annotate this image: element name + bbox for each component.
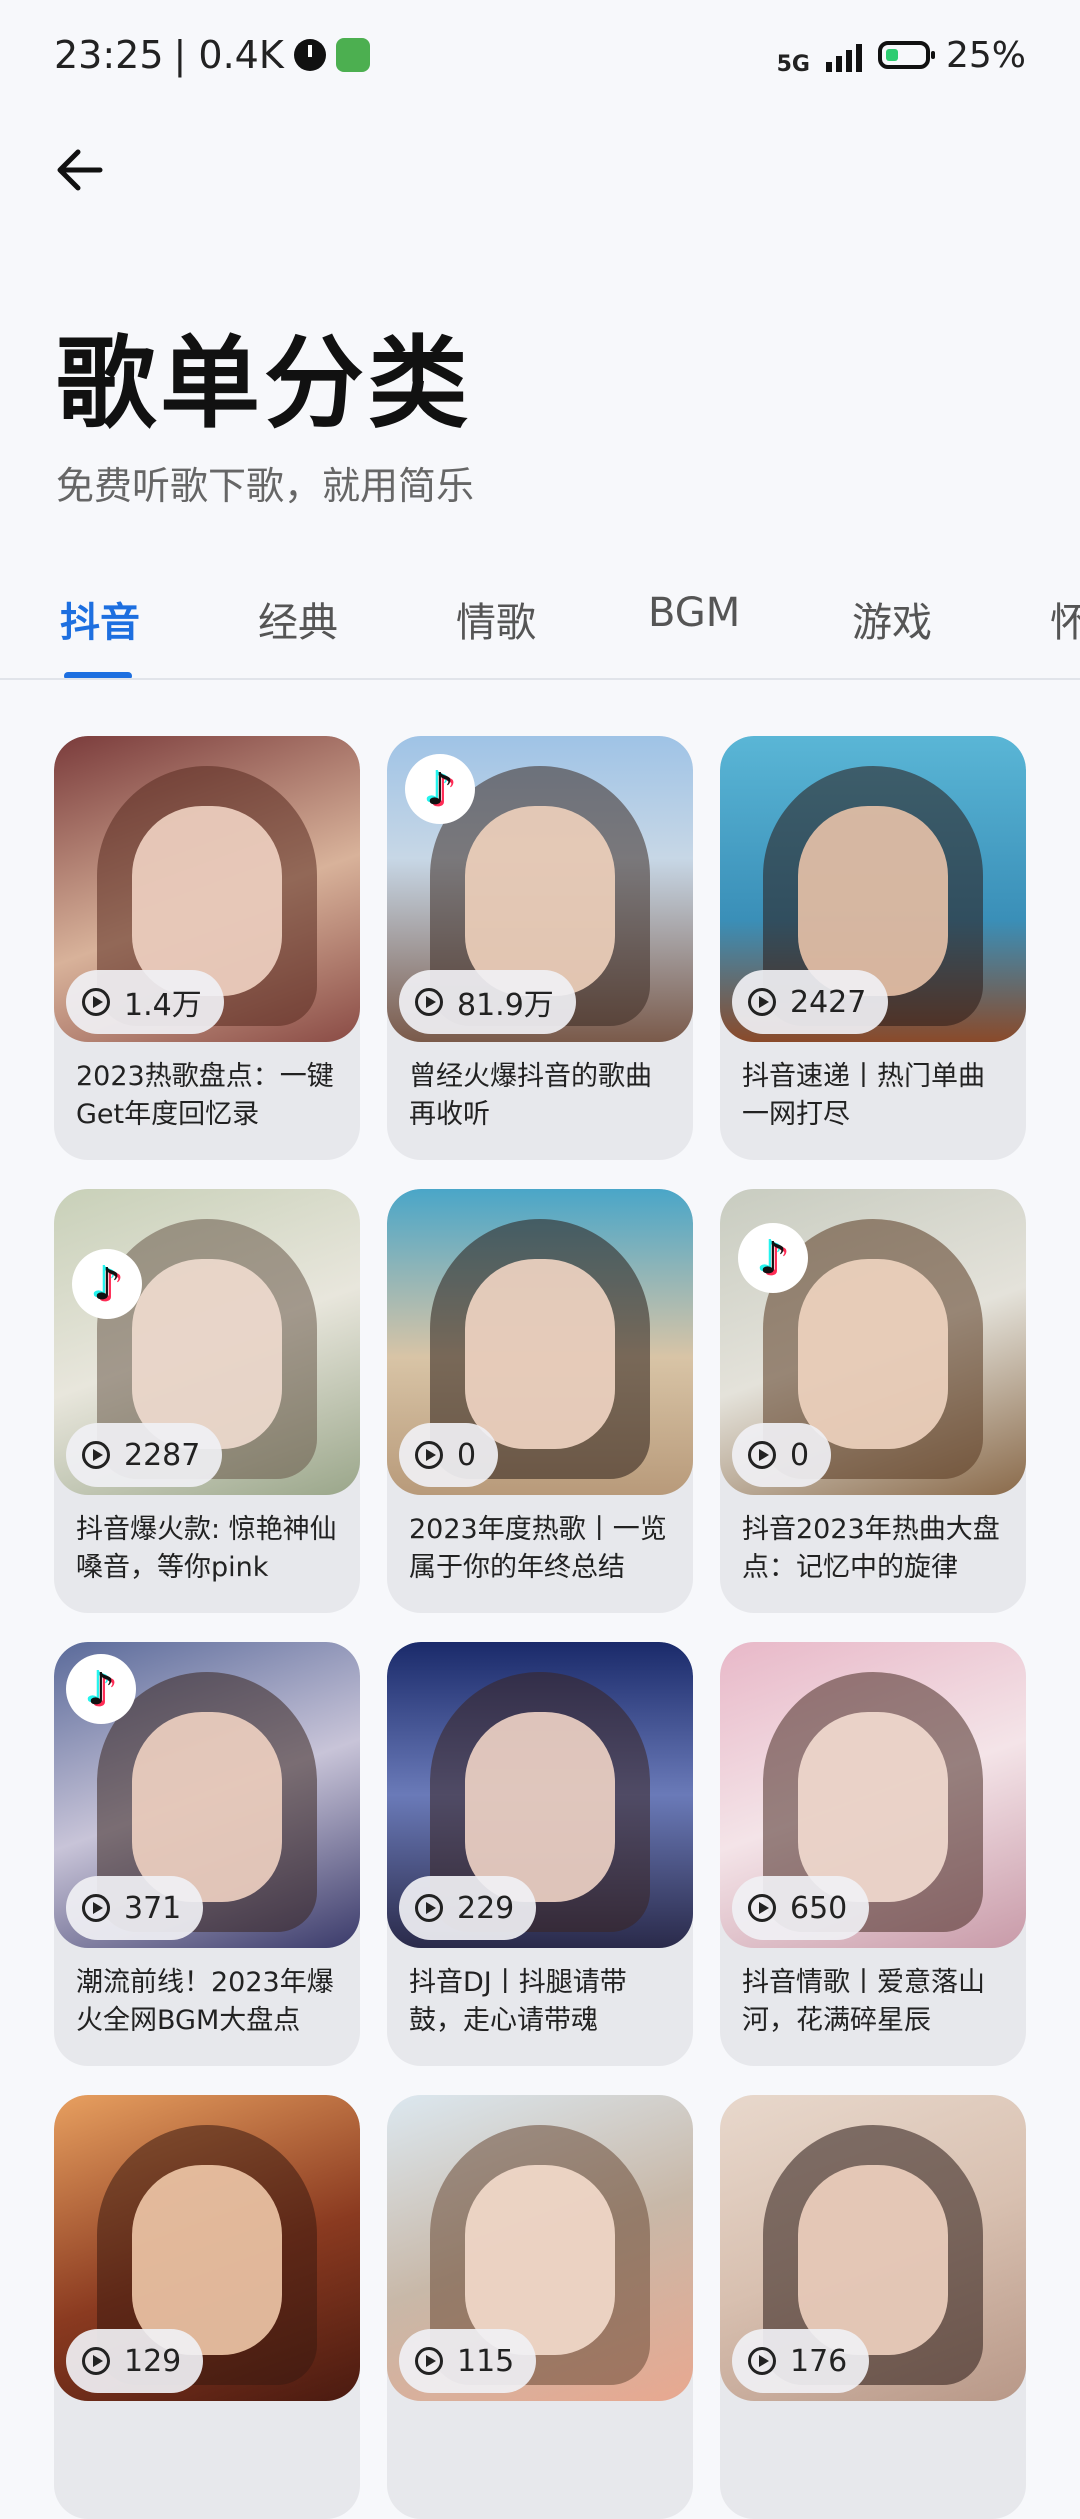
play-count: 2427 (790, 984, 867, 1020)
play-icon (82, 1441, 110, 1469)
playlist-grid: 1.4万 2023热歌盘点：一键Get年度回忆录 ♪ 81.9万 曾经火爆抖音的… (54, 736, 1026, 2519)
tab-douyin[interactable]: 抖音 (60, 590, 140, 648)
playlist-card[interactable]: 229 抖音DJ丨抖腿请带鼓，走心请带魂 (387, 1642, 693, 2066)
playlist-card[interactable]: ♪ 2287 抖音爆火款: 惊艳神仙嗓音，等你pink (54, 1189, 360, 1613)
play-count-badge: 129 (66, 2329, 204, 2393)
battery-level: 25% (945, 34, 1026, 76)
play-icon (748, 1894, 776, 1922)
play-icon (748, 1441, 776, 1469)
status-time: 23:25 (54, 33, 164, 77)
play-count-badge: 1.4万 (66, 970, 224, 1034)
page-title: 歌单分类 (56, 325, 472, 442)
category-tabs: 抖音 经典 情歌 BGM 游戏 怀 (0, 560, 1080, 680)
playlist-card[interactable]: 176 (720, 2095, 1026, 2519)
play-icon (415, 2347, 443, 2375)
play-icon (415, 1894, 443, 1922)
play-icon (82, 1894, 110, 1922)
play-count: 0 (790, 1437, 810, 1473)
playlist-card[interactable]: ♪ 0 抖音2023年热曲大盘点：记忆中的旋律 (720, 1189, 1026, 1613)
playlist-title: 抖音速递丨热门单曲一网打尽 (742, 1061, 985, 1130)
play-count-badge: 371 (66, 1876, 204, 1940)
play-icon (82, 988, 110, 1016)
playlist-title: 抖音2023年热曲大盘点：记忆中的旋律 (742, 1514, 1000, 1583)
play-count: 129 (124, 2343, 182, 2379)
play-count: 0 (457, 1437, 477, 1473)
network-speed: | 0.4K (173, 33, 284, 77)
playlist-card[interactable]: 0 2023年度热歌丨一览属于你的年终总结 (387, 1189, 693, 1613)
playlist-title: 2023年度热歌丨一览属于你的年终总结 (409, 1514, 667, 1583)
play-count-badge: 229 (399, 1876, 537, 1940)
arrow-left-icon (57, 149, 103, 191)
playlist-card[interactable]: 2427 抖音速递丨热门单曲一网打尽 (720, 736, 1026, 1160)
play-count-badge: 650 (732, 1876, 870, 1940)
play-icon (748, 2347, 776, 2375)
play-icon (415, 1441, 443, 1469)
playlist-title: 2023热歌盘点：一键Get年度回忆录 (76, 1061, 334, 1130)
tiktok-logo-icon: ♪ (66, 1654, 136, 1724)
status-bar: 23:25 | 0.4K 5G 25% (0, 0, 1080, 110)
play-count: 650 (790, 1890, 848, 1926)
play-count-badge: 2427 (732, 970, 889, 1034)
clock-icon (293, 39, 326, 71)
signal-icon (825, 38, 862, 72)
tab-bgm[interactable]: BGM (648, 590, 740, 636)
tab-classic[interactable]: 经典 (258, 590, 338, 648)
play-count-badge: 176 (732, 2329, 870, 2393)
page-subtitle: 免费听歌下歌，就用简乐 (56, 464, 475, 508)
playlist-title: 抖音DJ丨抖腿请带鼓，走心请带魂 (409, 1967, 627, 2036)
play-count: 1.4万 (124, 988, 202, 1023)
playlist-card[interactable]: 129 (54, 2095, 360, 2519)
playlist-title: 曾经火爆抖音的歌曲再收听 (409, 1061, 652, 1130)
play-count: 371 (124, 1890, 182, 1926)
playlist-card[interactable]: ♪ 371 潮流前线！2023年爆火全网BGM大盘点 (54, 1642, 360, 2066)
play-icon (82, 2347, 110, 2375)
tiktok-logo-icon: ♪ (738, 1223, 808, 1293)
playlist-title: 潮流前线！2023年爆火全网BGM大盘点 (76, 1967, 334, 2036)
play-icon (415, 988, 443, 1016)
playlist-title: 抖音情歌丨爱意落山河，花满碎星辰 (742, 1967, 985, 2036)
play-count-badge: 115 (399, 2329, 537, 2393)
tab-love-songs[interactable]: 情歌 (456, 590, 536, 648)
play-count: 115 (457, 2343, 515, 2379)
playlist-card[interactable]: 115 (387, 2095, 693, 2519)
playlist-card[interactable]: ♪ 81.9万 曾经火爆抖音的歌曲再收听 (387, 736, 693, 1160)
playlist-title: 抖音爆火款: 惊艳神仙嗓音，等你pink (76, 1514, 337, 1583)
battery-icon (877, 41, 935, 69)
play-count-badge: 81.9万 (399, 970, 576, 1034)
play-count: 229 (457, 1890, 515, 1926)
network-type: 5G (776, 51, 810, 77)
back-button[interactable] (50, 140, 110, 200)
playlist-card[interactable]: 1.4万 2023热歌盘点：一键Get年度回忆录 (54, 736, 360, 1160)
play-count-badge: 0 (399, 1423, 499, 1487)
app-notification-icon (335, 38, 370, 72)
play-icon (748, 988, 776, 1016)
play-count-badge: 0 (732, 1423, 832, 1487)
playlist-card[interactable]: 650 抖音情歌丨爱意落山河，花满碎星辰 (720, 1642, 1026, 2066)
status-left: 23:25 | 0.4K (54, 33, 370, 77)
play-count: 176 (790, 2343, 848, 2379)
tiktok-logo-icon: ♪ (405, 754, 475, 824)
play-count: 81.9万 (457, 988, 554, 1023)
play-count-badge: 2287 (66, 1423, 223, 1487)
tab-nostalgia[interactable]: 怀 (1050, 590, 1080, 648)
tab-indicator (64, 672, 132, 678)
tab-games[interactable]: 游戏 (852, 590, 932, 648)
play-count: 2287 (124, 1437, 201, 1473)
status-right: 5G 25% (777, 34, 1026, 77)
tiktok-logo-icon: ♪ (72, 1249, 142, 1319)
